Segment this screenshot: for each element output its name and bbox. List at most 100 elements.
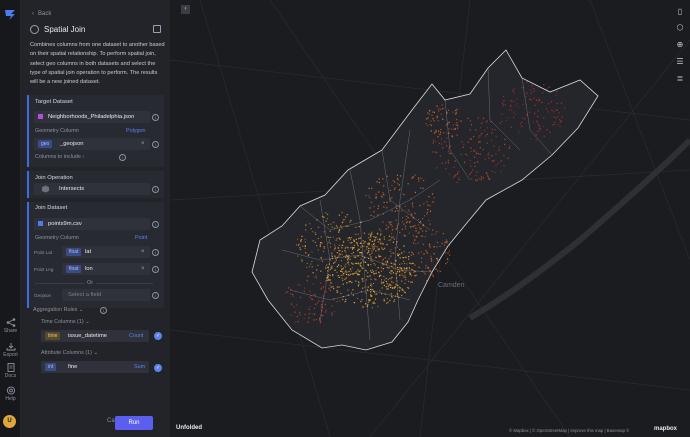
info-icon[interactable]: i (152, 221, 159, 228)
info-icon[interactable]: i (152, 114, 159, 121)
heat-point (504, 143, 506, 145)
heat-point (304, 313, 306, 315)
export-icon (6, 343, 15, 351)
heat-point (371, 271, 373, 273)
clear-icon[interactable]: × (141, 263, 145, 275)
heat-point (437, 259, 439, 261)
target-dataset-select[interactable]: Neighborhoods_Philadelphia.json (34, 111, 150, 123)
geo-column-select[interactable]: geo _geojson × (34, 138, 150, 150)
point-lng-select[interactable]: float lon × (62, 263, 150, 275)
heat-point (337, 275, 339, 277)
heat-point (356, 272, 358, 275)
heat-point (305, 252, 307, 254)
layer-list-icon[interactable]: ☰ (674, 56, 686, 68)
dataset-color-swatch (38, 221, 43, 226)
export-button[interactable]: Export (0, 342, 21, 358)
time-aggregation[interactable]: Count (129, 330, 143, 342)
heat-point (381, 279, 383, 281)
heat-point (431, 193, 434, 195)
heat-point (389, 189, 391, 192)
join-dataset-select[interactable]: points9m.csv (34, 218, 150, 230)
map-canvas[interactable]: Camden ‹ ▯ ⬡ ⊕ ☰ ≣ Unfolded © Mapbox | ©… (170, 0, 690, 437)
heat-point (358, 281, 360, 283)
heat-point (317, 237, 319, 240)
3d-view-icon[interactable]: ⬡ (674, 22, 686, 34)
pin-icon[interactable] (153, 25, 161, 33)
heat-point (323, 246, 325, 248)
heat-point (410, 275, 412, 277)
time-columns-toggle[interactable]: Time Columns (1) ⌄ (41, 319, 90, 325)
share-button[interactable]: Share (0, 318, 21, 334)
heat-point (374, 302, 376, 304)
heat-point (415, 243, 417, 245)
heat-point (457, 172, 459, 174)
back-link[interactable]: ‹ Back (32, 11, 51, 17)
heat-point (414, 191, 416, 193)
attribute-column-select[interactable]: int fine Sum (41, 361, 149, 373)
clear-icon[interactable]: × (141, 246, 145, 258)
check-icon[interactable]: ✓ (154, 332, 162, 340)
check-icon[interactable]: ✓ (154, 364, 162, 372)
heat-point (320, 288, 322, 290)
time-column-select[interactable]: time issue_datetime Count (41, 330, 149, 342)
heat-point (439, 270, 441, 273)
collapse-panel-button[interactable]: ‹ (181, 5, 190, 14)
heat-point (556, 103, 558, 105)
heat-point (373, 240, 375, 242)
heat-point (412, 176, 414, 178)
heat-point (446, 137, 448, 139)
heat-point (319, 245, 321, 247)
info-icon[interactable]: i (119, 154, 126, 161)
heat-point (327, 274, 330, 276)
heat-point (470, 147, 472, 149)
heat-point (385, 228, 387, 230)
heat-point (306, 279, 308, 282)
info-icon[interactable]: i (152, 266, 159, 273)
map-attribution[interactable]: © Mapbox | © OpenStreetMap | Improve thi… (509, 428, 629, 433)
heat-point (392, 180, 394, 182)
heat-point (347, 225, 349, 227)
heat-point (390, 284, 392, 286)
columns-to-include-toggle[interactable]: Columns to include › (35, 154, 84, 160)
attribute-aggregation[interactable]: Sum (134, 361, 145, 373)
heat-point (349, 221, 351, 223)
heat-point (551, 109, 553, 111)
geojson-select[interactable]: Select a field (62, 289, 150, 301)
split-view-icon[interactable]: ▯ (674, 6, 686, 18)
info-icon[interactable]: i (152, 186, 159, 193)
heat-point (433, 197, 435, 199)
heat-point (399, 274, 401, 276)
docs-button[interactable]: Docs (0, 363, 21, 379)
info-icon[interactable]: i (100, 307, 107, 314)
heat-point (350, 270, 352, 272)
heat-point (517, 129, 519, 131)
join-operation-select[interactable]: Intersects (34, 183, 150, 195)
heat-point (368, 247, 370, 249)
info-icon[interactable]: i (152, 292, 159, 299)
info-icon[interactable]: i (152, 249, 159, 256)
heat-point (294, 311, 296, 313)
heat-point (447, 252, 449, 254)
heat-point (555, 109, 557, 111)
legend-icon[interactable]: ≣ (674, 73, 686, 85)
heat-point (358, 263, 360, 265)
heat-point (426, 213, 428, 215)
info-icon[interactable]: i (152, 141, 159, 148)
heat-point (415, 230, 417, 232)
heat-point (393, 300, 395, 303)
point-lat-select[interactable]: float lat × (62, 246, 150, 258)
spatial-join-icon (30, 25, 39, 34)
draw-icon[interactable]: ⊕ (674, 39, 686, 51)
heat-point (548, 86, 550, 88)
heat-point (407, 183, 409, 185)
app-logo-icon[interactable] (3, 8, 18, 22)
clear-icon[interactable]: × (141, 138, 145, 150)
run-button[interactable]: Run (115, 416, 153, 430)
heat-point (320, 242, 322, 244)
heat-point (398, 184, 400, 186)
aggregation-rules-toggle[interactable]: Aggregation Rules ⌄ (33, 307, 83, 313)
heat-point (447, 258, 449, 260)
help-button[interactable]: Help (0, 386, 21, 402)
avatar[interactable]: U (3, 415, 16, 428)
attribute-columns-toggle[interactable]: Attribute Columns (1) ⌄ (41, 350, 98, 356)
